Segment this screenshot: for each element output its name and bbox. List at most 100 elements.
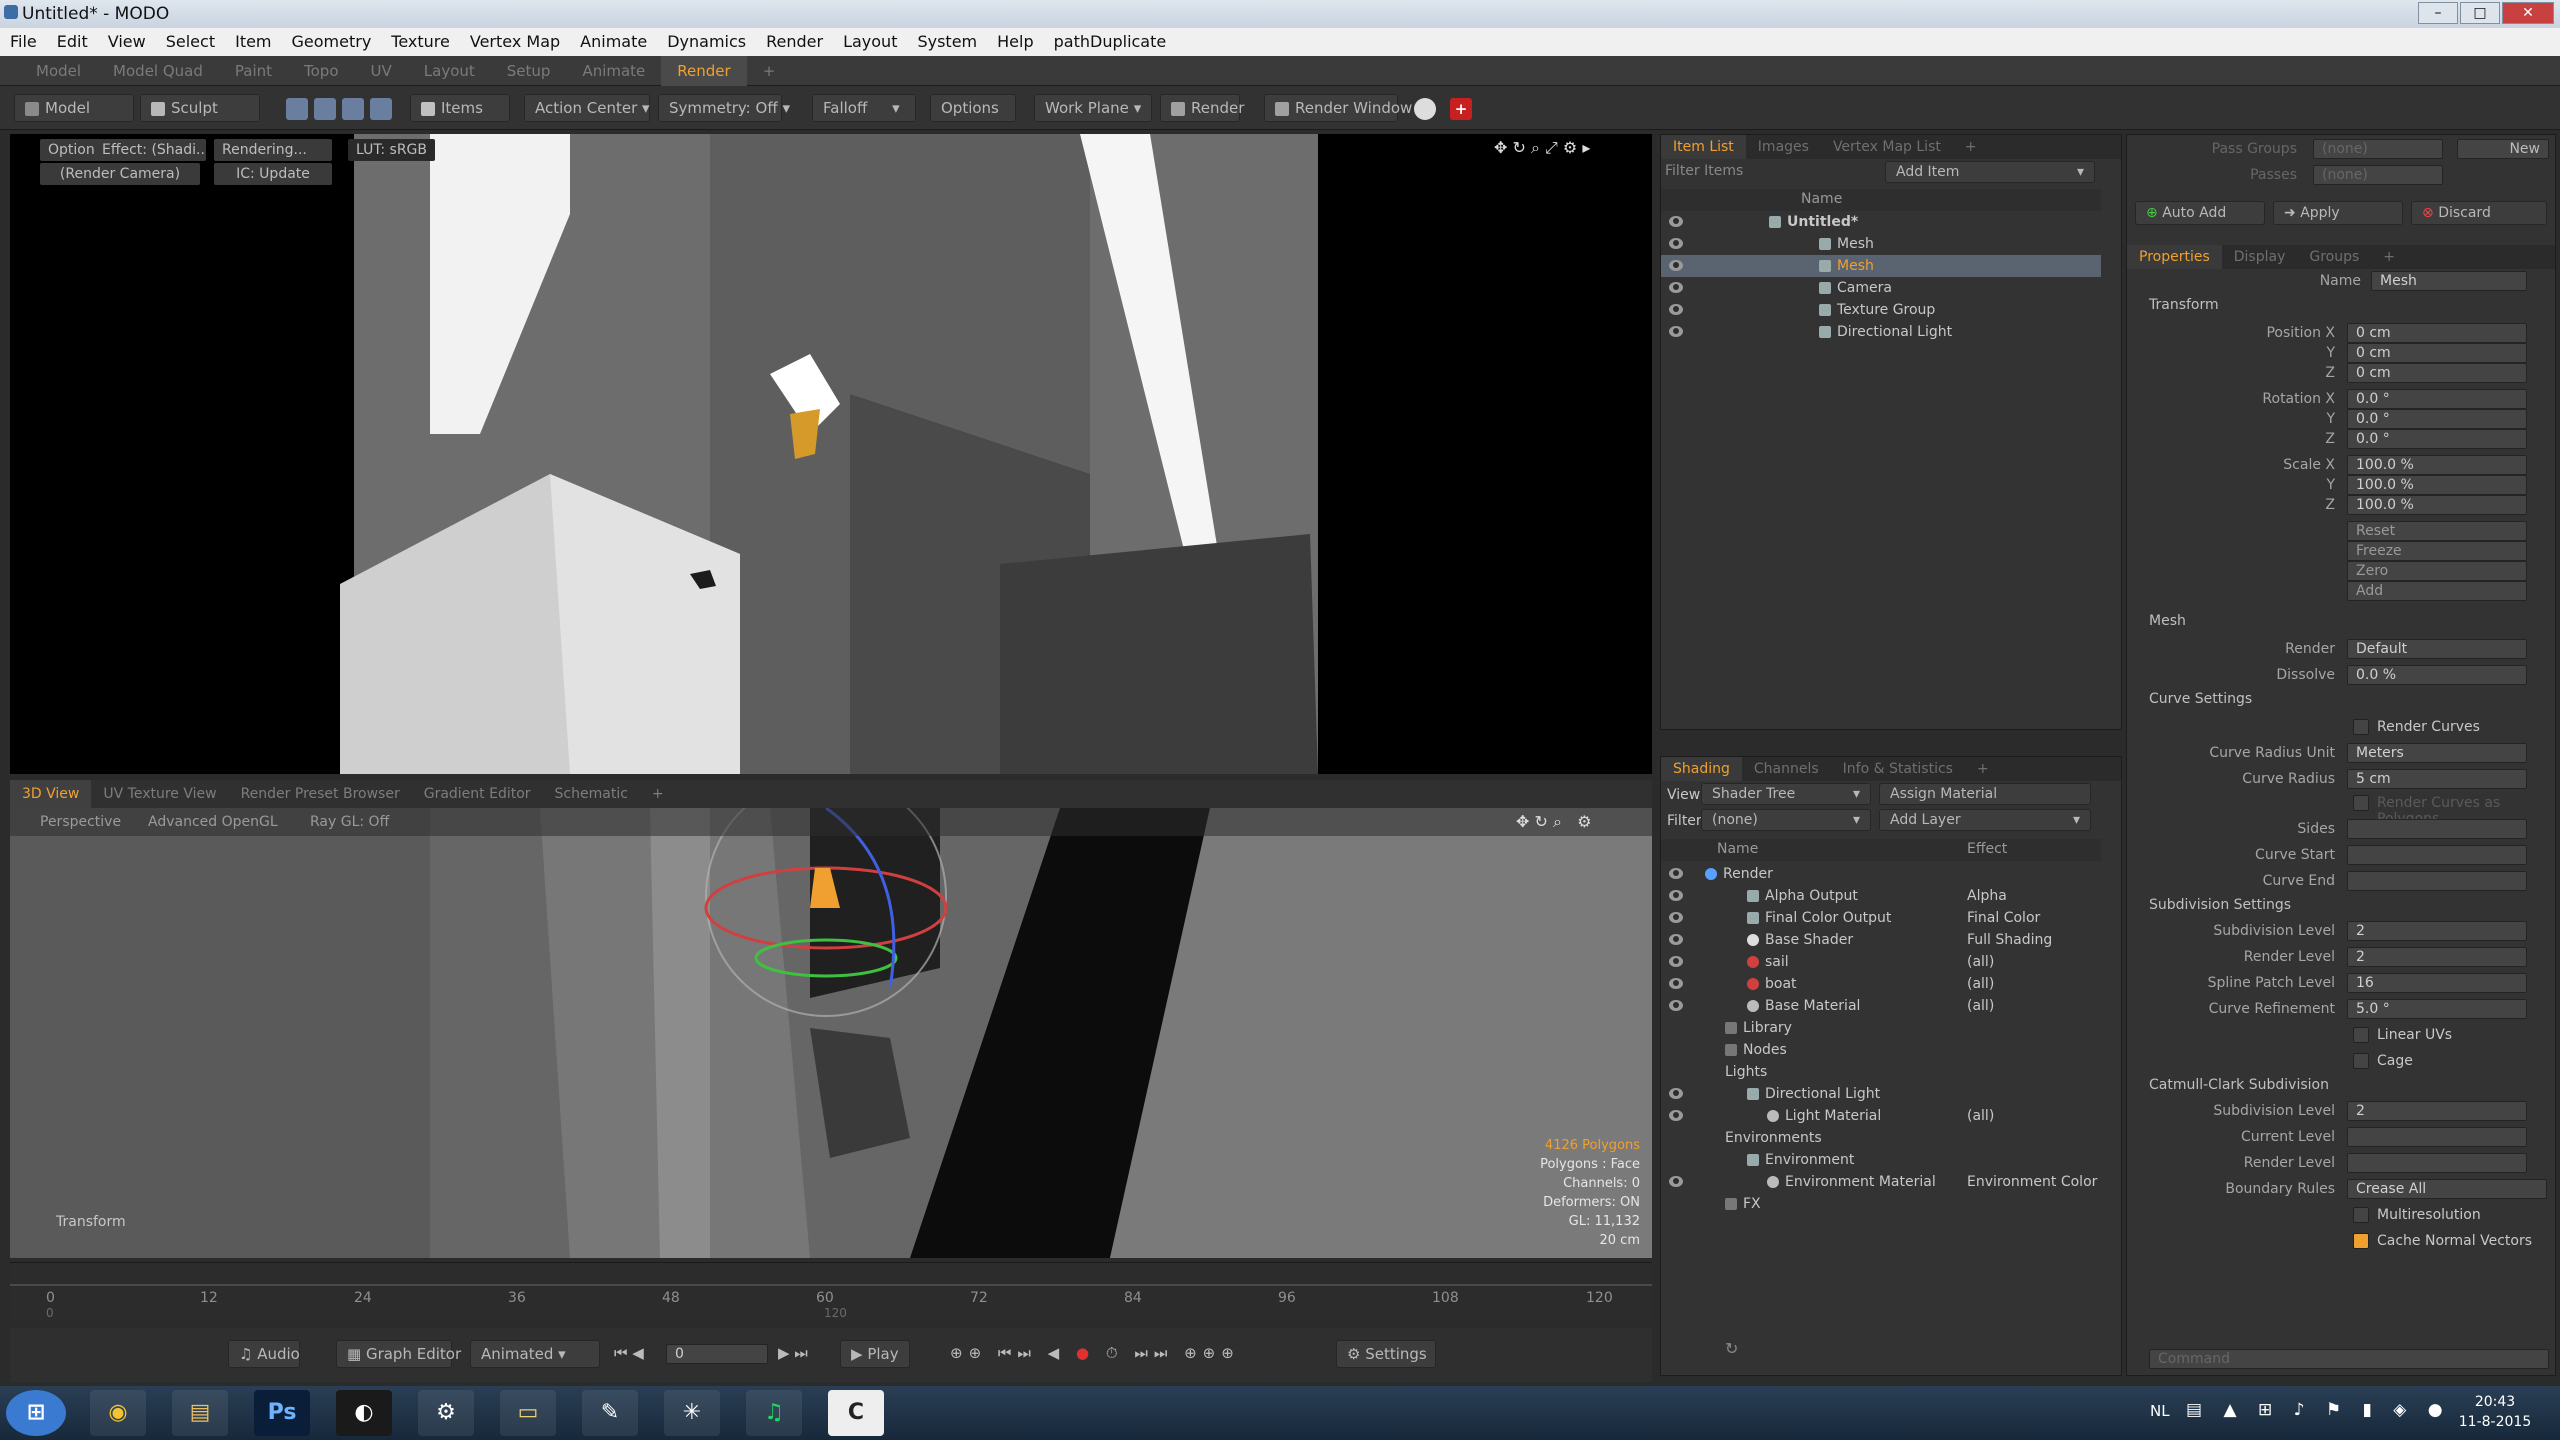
lut-dropdown[interactable]: LUT: sRGB [348, 139, 436, 161]
shader-row-nodes[interactable]: Nodes [1661, 1039, 2101, 1061]
tab-item-list[interactable]: Item List [1661, 135, 1746, 159]
record-icon[interactable]: ● [1076, 1344, 1095, 1362]
auto-add-button[interactable]: ⊕ Auto Add [2135, 201, 2265, 225]
item-row-texture-group[interactable]: Texture Group [1661, 299, 2101, 321]
discard-button[interactable]: ⊗ Discard [2411, 201, 2547, 225]
visibility-eye-icon[interactable] [1669, 1110, 1683, 1121]
spline-patch-field[interactable]: 16 [2347, 973, 2527, 993]
add-plus-icon[interactable]: + [1450, 98, 1472, 120]
add-item-dropdown[interactable]: Add Item ▾ [1885, 161, 2095, 183]
position-x-field[interactable]: 0 cm [2347, 323, 2527, 343]
assign-material-button[interactable]: Assign Material [1879, 783, 2091, 805]
shader-row-alpha-output[interactable]: Alpha Output Alpha [1661, 885, 2101, 907]
shader-row-render[interactable]: Render [1661, 863, 2101, 885]
tab-3d-view[interactable]: 3D View [10, 780, 92, 808]
view-dropdown[interactable]: Shader Tree ▾ [1701, 783, 1871, 805]
tab-images[interactable]: Images [1746, 135, 1821, 159]
curve-end-field[interactable] [2347, 871, 2527, 891]
tab-shading[interactable]: Shading [1661, 757, 1742, 781]
pass-groups-dropdown[interactable]: (none) [2313, 139, 2443, 159]
close-button[interactable]: ✕ [2502, 2, 2554, 24]
current-frame-field[interactable]: 0 [666, 1344, 768, 1364]
new-pass-button[interactable]: New [2457, 139, 2549, 159]
visibility-eye-icon[interactable] [1669, 1176, 1683, 1187]
tab-info-statistics[interactable]: Info & Statistics [1831, 757, 1965, 781]
add-viewport-tab-button[interactable]: + [640, 780, 676, 808]
shader-row-sail[interactable]: sail (all) [1661, 951, 2101, 973]
perspective-dropdown[interactable]: Perspective [40, 814, 121, 830]
item-row-mesh-1[interactable]: Mesh [1661, 233, 2101, 255]
render-viewport[interactable] [10, 134, 1652, 774]
visibility-eye-icon[interactable] [1669, 1000, 1683, 1011]
menu-pathduplicate[interactable]: pathDuplicate [1054, 28, 1167, 56]
add-panel-tab-button[interactable]: + [1953, 135, 1989, 159]
render-button[interactable]: Render [1160, 94, 1244, 122]
item-row-mesh-2-selected[interactable]: Mesh [1661, 255, 2101, 277]
viewport-nav-icons[interactable]: ✥ ↻ ⌕ ⤢ ⚙ ▸ [1494, 138, 1590, 158]
polygon-select-icon[interactable] [342, 98, 364, 120]
cache-normals-checkbox[interactable] [2353, 1233, 2369, 1249]
menu-layout[interactable]: Layout [843, 28, 897, 56]
visibility-eye-icon[interactable] [1669, 912, 1683, 923]
start-button[interactable]: ⊞ [6, 1390, 66, 1436]
ic-update-dropdown[interactable]: IC: Update [214, 163, 332, 185]
visibility-eye-icon[interactable] [1669, 282, 1683, 293]
modo-taskbar-icon[interactable]: ◐ [336, 1390, 392, 1436]
audio-button[interactable]: ♫ Audio [228, 1340, 300, 1368]
shader-row-library[interactable]: Library [1661, 1017, 2101, 1039]
visibility-eye-icon[interactable] [1669, 934, 1683, 945]
sculpt-mode-button[interactable]: Sculpt [140, 94, 260, 122]
rotation-z-field[interactable]: 0.0 ° [2347, 429, 2527, 449]
subdivision-level-field[interactable]: 2 [2347, 921, 2527, 941]
multiresolution-checkbox[interactable] [2353, 1207, 2369, 1223]
steam-icon[interactable]: ⚙ [418, 1390, 474, 1436]
tab-model[interactable]: Model [20, 56, 97, 86]
add-dropdown[interactable]: Add [2347, 581, 2527, 601]
menu-vertex-map[interactable]: Vertex Map [470, 28, 560, 56]
render-dropdown[interactable]: Default [2347, 639, 2527, 659]
curve-start-field[interactable] [2347, 845, 2527, 865]
model-mode-button[interactable]: Model [14, 94, 134, 122]
menu-help[interactable]: Help [997, 28, 1033, 56]
tab-channels[interactable]: Channels [1742, 757, 1831, 781]
shader-row-environment[interactable]: Environment [1661, 1149, 2101, 1171]
drawing-app-icon[interactable]: ✎ [582, 1390, 638, 1436]
menu-dynamics[interactable]: Dynamics [667, 28, 746, 56]
animated-dropdown[interactable]: Animated ▾ [470, 1340, 600, 1368]
shader-row-directional-light[interactable]: Directional Light [1661, 1083, 2101, 1105]
options-button[interactable]: Options [930, 94, 1016, 122]
render-window-button[interactable]: Render Window [1264, 94, 1412, 122]
shader-row-base-shader[interactable]: Base Shader Full Shading [1661, 929, 2101, 951]
c-app-icon[interactable]: C [828, 1390, 884, 1436]
curve-radius-unit-dropdown[interactable]: Meters [2347, 743, 2527, 763]
add-panel-tab-button[interactable]: + [2371, 245, 2407, 269]
current-level-field[interactable] [2347, 1127, 2527, 1147]
render-level-field[interactable]: 2 [2347, 947, 2527, 967]
visibility-eye-icon[interactable] [1669, 304, 1683, 315]
boundary-rules-dropdown[interactable]: Crease All [2347, 1179, 2547, 1199]
prev-key-icons[interactable]: ⏮ ◀ [614, 1344, 644, 1362]
visibility-eye-icon[interactable] [1669, 238, 1683, 249]
tab-model-quad[interactable]: Model Quad [97, 56, 219, 86]
raygl-dropdown[interactable]: Ray GL: Off [310, 814, 389, 830]
photoshop-icon[interactable]: Ps [254, 1390, 310, 1436]
camera-dropdown[interactable]: (Render Camera) [40, 163, 200, 185]
scale-x-field[interactable]: 100.0 % [2347, 455, 2527, 475]
curve-radius-field[interactable]: 5 cm [2347, 769, 2527, 789]
passes-dropdown[interactable]: (none) [2313, 165, 2443, 185]
cage-checkbox[interactable] [2353, 1053, 2369, 1069]
menu-render[interactable]: Render [766, 28, 823, 56]
name-field[interactable]: Mesh [2371, 271, 2527, 291]
refresh-icon[interactable]: ↻ [1725, 1339, 1738, 1358]
tab-vertex-map-list[interactable]: Vertex Map List [1821, 135, 1953, 159]
shader-row-boat[interactable]: boat (all) [1661, 973, 2101, 995]
rotation-y-field[interactable]: 0.0 ° [2347, 409, 2527, 429]
filter-dropdown[interactable]: (none) ▾ [1701, 809, 1871, 831]
tab-topo[interactable]: Topo [288, 56, 355, 86]
zero-dropdown[interactable]: Zero [2347, 561, 2527, 581]
tab-paint[interactable]: Paint [219, 56, 288, 86]
tab-uv[interactable]: UV [355, 56, 408, 86]
daz-icon[interactable]: ✳ [664, 1390, 720, 1436]
language-indicator[interactable]: NL [2150, 1402, 2170, 1420]
visibility-eye-icon[interactable] [1669, 868, 1683, 879]
